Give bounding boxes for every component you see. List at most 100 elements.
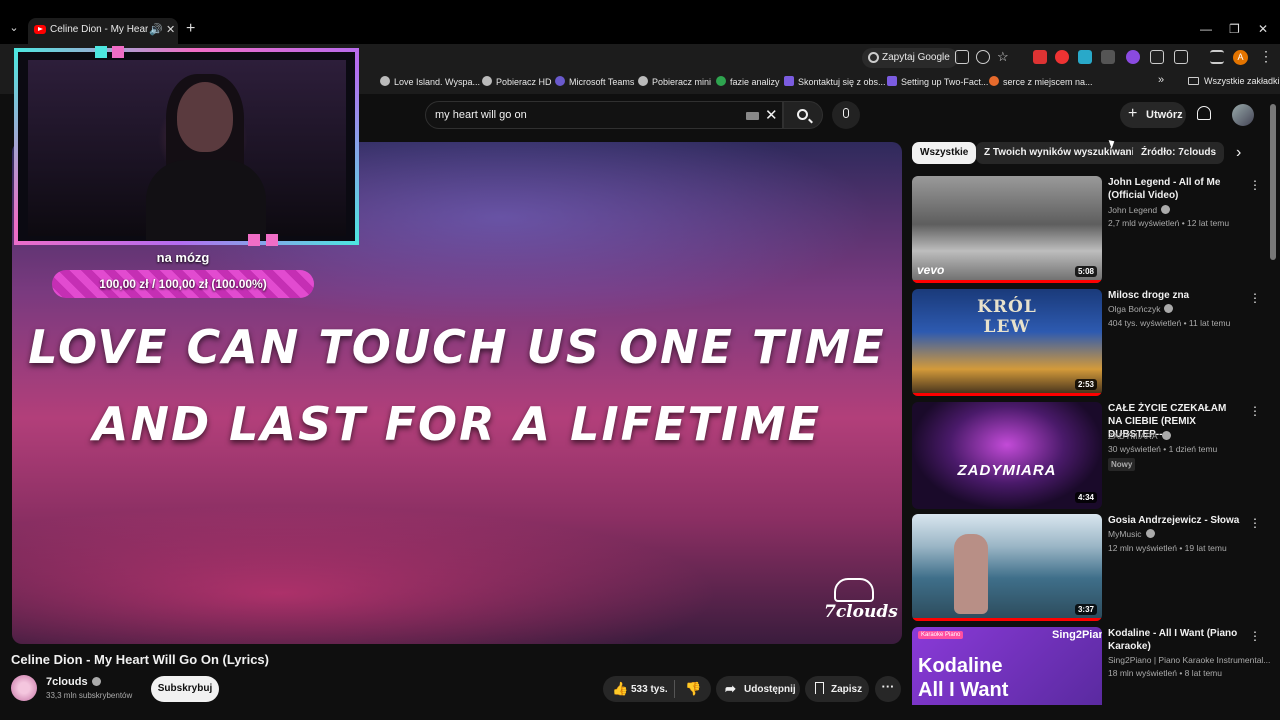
profile-avatar[interactable]: A	[1233, 50, 1248, 65]
more-bookmarks-icon[interactable]: »	[1158, 74, 1164, 86]
save-playlist-icon	[815, 682, 824, 694]
ask-google-button[interactable]: Zapytaj Google	[862, 48, 958, 68]
more-actions-icon[interactable]: ···	[875, 676, 901, 702]
bookmark-item[interactable]: Skontaktuj się z obs...	[784, 76, 886, 87]
chip-from-search[interactable]: Z Twoich wyników wyszukiwania	[976, 142, 1148, 164]
recommended-title[interactable]: Gosia Andrzejewicz - Słowa	[1108, 514, 1242, 527]
recommended-video[interactable]: vevo 5:08 John Legend - All of Me (Offic…	[912, 176, 1262, 284]
watch-progress-bar	[912, 280, 1102, 283]
create-button[interactable]: + Utwórz	[1120, 102, 1186, 128]
bookmark-item[interactable]: Setting up Two-Fact...	[887, 76, 988, 87]
thumbnail-text: Kodaline	[918, 655, 1003, 677]
channel-avatar[interactable]	[11, 675, 37, 701]
plus-icon: +	[1128, 105, 1138, 122]
thumbnail-tag: Karaoke Piano	[918, 631, 964, 639]
create-label: Utwórz	[1146, 109, 1183, 121]
channel-name[interactable]: 7clouds	[46, 676, 101, 688]
bookmark-item[interactable]: Microsoft Teams	[555, 76, 634, 87]
like-count[interactable]: 533 tys.	[631, 684, 668, 695]
recommended-meta: 18 mln wyświetleń • 8 lat temu	[1108, 668, 1222, 678]
video-title: Celine Dion - My Heart Will Go On (Lyric…	[11, 652, 269, 667]
recommended-video[interactable]: 3:37 Gosia Andrzejewicz - Słowa MyMusic …	[912, 514, 1262, 622]
recommended-video[interactable]: Karaoke Piano Sing2Piano Kodaline All I …	[912, 627, 1270, 705]
like-thumb-up-icon[interactable]: 👍	[612, 681, 628, 697]
extension-icon[interactable]	[1150, 50, 1164, 64]
vevo-logo: vevo	[917, 263, 945, 277]
bookmark-item[interactable]: Pobieracz HD	[482, 76, 552, 87]
bookmark-item[interactable]: Love Island. Wyspa...	[380, 76, 480, 87]
video-thumbnail[interactable]: Karaoke Piano Sing2Piano Kodaline All I …	[912, 627, 1102, 705]
more-options-icon[interactable]: ⋮	[1249, 629, 1261, 643]
recommended-video[interactable]: ZADYMIARA 4:34 CAŁE ŻYCIE CZEKAŁAM NA CI…	[912, 402, 1262, 510]
lyric-line: LOVE CAN TOUCH US ONE TIME	[28, 320, 886, 374]
bookmark-item[interactable]: Pobieracz mini	[638, 76, 711, 87]
recommended-meta: 30 wyświetleń • 1 dzień temu	[1108, 444, 1218, 454]
search-input[interactable]: my heart will go on ✕	[425, 101, 783, 129]
recommended-channel: Sing2Piano | Piano Karaoke Instrumental.…	[1108, 655, 1271, 665]
share-button[interactable]: ➦ Udostępnij	[716, 676, 800, 702]
bookmark-favicon-icon	[887, 76, 897, 86]
tab-close-icon[interactable]: ✕	[166, 23, 175, 36]
recommended-channel: Olga Bończyk	[1108, 304, 1174, 314]
bookmark-item[interactable]: fazie analizy	[716, 76, 780, 87]
recommended-meta: 2,7 mld wyświetleń • 12 lat temu	[1108, 218, 1230, 228]
recommended-channel: ZADYMIARA	[1108, 431, 1171, 441]
recommended-channel: John Legend	[1108, 205, 1171, 215]
video-thumbnail[interactable]: 3:37	[912, 514, 1102, 621]
tab-title: Celine Dion - My Heart Will Go On (Lyric…	[50, 24, 148, 35]
hide-eye-icon[interactable]	[976, 50, 990, 64]
recommended-channel: MyMusic	[1108, 529, 1155, 539]
poster-title: ZADYMIARA	[957, 462, 1057, 479]
chip-source-channel[interactable]: Źródło: 7clouds	[1133, 142, 1224, 164]
account-avatar[interactable]	[1232, 104, 1254, 126]
video-thumbnail[interactable]: KRÓL LEW 2:53	[912, 289, 1102, 396]
media-controls-icon[interactable]	[1210, 50, 1224, 64]
bookmark-item[interactable]: serce z miejscem na...	[989, 76, 1093, 87]
extension-icon[interactable]	[1033, 50, 1047, 64]
frame-decoration	[95, 46, 107, 58]
more-options-icon[interactable]: ⋮	[1249, 178, 1261, 192]
voice-search-button[interactable]	[832, 101, 860, 129]
bookmark-favicon-icon	[989, 76, 999, 86]
install-app-icon[interactable]	[955, 50, 969, 64]
subscribe-button[interactable]: Subskrybuj	[151, 676, 219, 702]
dislike-thumb-down-icon[interactable]: 👎	[685, 681, 701, 697]
chevron-right-icon[interactable]: ›	[1236, 144, 1241, 162]
new-tab-icon[interactable]: +	[186, 20, 195, 38]
chip-all[interactable]: Wszystkie	[912, 142, 977, 164]
video-thumbnail[interactable]: vevo 5:08	[912, 176, 1102, 283]
browser-menu-icon[interactable]: ⋮	[1259, 48, 1273, 65]
window-close-icon[interactable]: ✕	[1258, 22, 1268, 36]
bookmark-star-icon[interactable]: ☆	[997, 50, 1011, 64]
extension-icon[interactable]	[1126, 50, 1140, 64]
verified-icon	[1161, 431, 1171, 440]
minimize-icon[interactable]: —	[1200, 22, 1212, 36]
speaker-icon[interactable]: 🔊	[149, 23, 163, 36]
extensions-puzzle-icon[interactable]	[1174, 50, 1188, 64]
tab-search-icon[interactable]: ⌄	[6, 20, 22, 36]
more-options-icon[interactable]: ⋮	[1249, 516, 1261, 530]
drive-icon	[716, 76, 726, 86]
sidebar-scrollbar[interactable]	[1270, 104, 1276, 260]
extension-icon[interactable]	[1078, 50, 1092, 64]
notifications-bell-icon[interactable]	[1197, 106, 1211, 120]
search-button[interactable]	[783, 101, 823, 129]
mic-icon	[843, 108, 849, 118]
keyboard-icon[interactable]	[746, 112, 759, 120]
more-options-icon[interactable]: ⋮	[1249, 291, 1261, 305]
active-tab[interactable]: Celine Dion - My Heart Will Go On (Lyric…	[28, 18, 178, 44]
maximize-icon[interactable]: ❐	[1229, 22, 1240, 36]
clear-search-icon[interactable]: ✕	[765, 106, 778, 124]
video-thumbnail[interactable]: ZADYMIARA 4:34	[912, 402, 1102, 509]
verified-icon	[91, 677, 101, 686]
all-bookmarks[interactable]: Wszystkie zakładki	[1188, 76, 1280, 86]
extension-icon[interactable]	[1055, 50, 1069, 64]
recommended-title[interactable]: Milosc droge zna	[1108, 289, 1242, 302]
recommended-video[interactable]: KRÓL LEW 2:53 Milosc droge zna Olga Bońc…	[912, 289, 1262, 397]
verified-icon	[1145, 529, 1155, 538]
recommended-title[interactable]: Kodaline - All I Want (Piano Karaoke)	[1108, 627, 1242, 653]
recommended-title[interactable]: John Legend - All of Me (Official Video)	[1108, 176, 1242, 202]
extension-icon[interactable]	[1101, 50, 1115, 64]
more-options-icon[interactable]: ⋮	[1249, 404, 1261, 418]
save-button[interactable]: Zapisz	[805, 676, 869, 702]
